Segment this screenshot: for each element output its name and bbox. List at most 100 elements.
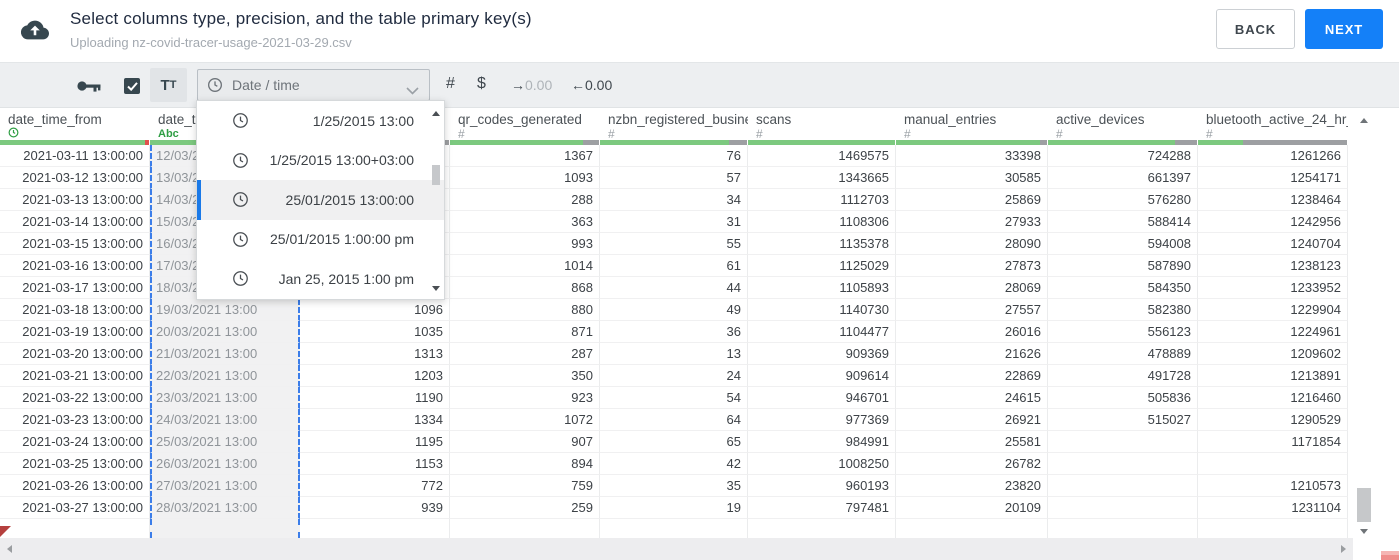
date-format-option[interactable]: 1/25/2015 13:00+03:00: [197, 141, 444, 181]
date-format-option-label: 25/01/2015 1:00:00 pm: [269, 231, 414, 248]
date-format-option[interactable]: 1/25/2015 13:00: [197, 101, 444, 141]
scroll-left-icon[interactable]: [7, 545, 12, 553]
cell: 1112703: [748, 189, 896, 211]
date-format-option[interactable]: Jan 25, 2015 1:00 pm: [197, 259, 444, 299]
cell: 42: [600, 453, 748, 475]
top-bar: Select columns type, precision, and the …: [0, 0, 1399, 62]
cell: 505836: [1048, 387, 1198, 409]
clock-icon: [207, 77, 223, 93]
column-name: bluetooth_active_24_hr_: [1206, 112, 1348, 127]
scroll-down-icon[interactable]: [1360, 529, 1368, 534]
currency-type-icon[interactable]: $: [477, 75, 486, 93]
date-format-option-label: 1/25/2015 13:00: [312, 112, 414, 129]
decimal-increase-arrow: →: [511, 77, 525, 93]
date-format-option[interactable]: 25/01/2015 1:00:00 pm: [197, 220, 444, 260]
clock-icon: [232, 191, 249, 208]
column-header[interactable]: nzbn_registered_busine #: [600, 108, 748, 140]
column-type-label: #: [904, 127, 911, 140]
primary-key-icon[interactable]: [77, 79, 101, 99]
cell: 24: [600, 365, 748, 387]
back-button[interactable]: BACK: [1216, 9, 1295, 49]
cell: 55: [600, 233, 748, 255]
column-header[interactable]: manual_entries #: [896, 108, 1048, 140]
decimal-decrease-icon[interactable]: ←0.00: [571, 77, 612, 93]
cell: 907: [450, 431, 600, 453]
text-type-icon[interactable]: TT: [150, 68, 187, 102]
cell: 576280: [1048, 189, 1198, 211]
cell: 2021-03-25 13:00:00: [0, 453, 150, 475]
cell: 661397: [1048, 167, 1198, 189]
column-header[interactable]: qr_codes_generated #: [450, 108, 600, 140]
scroll-up-icon[interactable]: [1360, 118, 1368, 123]
cell: 1209602: [1198, 343, 1348, 365]
upload-status: Uploading nz-covid-tracer-usage-2021-03-…: [70, 35, 352, 50]
dropdown-scroll-down-icon[interactable]: [432, 286, 440, 291]
cell: 2021-03-11 13:00:00: [0, 145, 150, 167]
cell: 287: [450, 343, 600, 365]
cell: 1290529: [1198, 409, 1348, 431]
clock-icon: [232, 152, 249, 169]
cell: 1140730: [748, 299, 896, 321]
empty-cell: [450, 519, 600, 538]
cell: 871: [450, 321, 600, 343]
dropdown-scroll-thumb[interactable]: [432, 165, 440, 185]
cell: 587890: [1048, 255, 1198, 277]
column-header[interactable]: bluetooth_active_24_hr_ #: [1198, 108, 1348, 140]
checkbox-checked-icon[interactable]: [124, 78, 140, 94]
vertical-scrollbar[interactable]: [1353, 108, 1375, 540]
cell: 27557: [896, 299, 1048, 321]
cell: 1014: [450, 255, 600, 277]
column-header[interactable]: active_devices #: [1048, 108, 1198, 140]
decimal-increase-icon[interactable]: →0.00: [511, 77, 552, 93]
cell: 288: [450, 189, 600, 211]
column-header[interactable]: date_time_from: [0, 108, 150, 140]
cell: 2021-03-23 13:00:00: [0, 409, 150, 431]
cell: 49: [600, 299, 748, 321]
vertical-scroll-thumb[interactable]: [1357, 488, 1371, 522]
date-format-dropdown: 1/25/2015 13:00 1/25/2015 13:00+03:00 25/0…: [196, 100, 445, 300]
cell: 44: [600, 277, 748, 299]
cell: 1153: [300, 453, 450, 475]
dropdown-scrollbar[interactable]: [429, 101, 443, 299]
cell: 24/03/2021 13:00: [150, 409, 300, 431]
next-button[interactable]: NEXT: [1305, 9, 1383, 49]
column-header[interactable]: scans #: [748, 108, 896, 140]
corner-indicator-bar: [1381, 555, 1399, 560]
column-scans: scans #1469575 1343665 1112703 1108306 113537…: [748, 108, 896, 538]
cell: 36: [600, 321, 748, 343]
number-type-icon[interactable]: #: [446, 75, 455, 93]
column-type-select[interactable]: Date / time: [197, 69, 430, 101]
decimal-decrease-arrow: ←: [571, 77, 585, 93]
cell: 57: [600, 167, 748, 189]
cell: 28/03/2021 13:00: [150, 497, 300, 519]
cell: 1104477: [748, 321, 896, 343]
scroll-right-icon[interactable]: [1341, 545, 1346, 553]
cell: 61: [600, 255, 748, 277]
empty-cell: [1048, 519, 1198, 538]
cell: 1229904: [1198, 299, 1348, 321]
cell: 2021-03-17 13:00:00: [0, 277, 150, 299]
cell: [1048, 431, 1198, 453]
cell: 19/03/2021 13:00: [150, 299, 300, 321]
cell: 27933: [896, 211, 1048, 233]
cell: 28090: [896, 233, 1048, 255]
date-format-option-label: 25/01/2015 13:00:00: [285, 191, 414, 208]
cell: 20/03/2021 13:00: [150, 321, 300, 343]
cell: 23820: [896, 475, 1048, 497]
cell: 960193: [748, 475, 896, 497]
cell: 26016: [896, 321, 1048, 343]
cell: 1035: [300, 321, 450, 343]
cell: 759: [450, 475, 600, 497]
cell: 1231104: [1198, 497, 1348, 519]
cell: 946701: [748, 387, 896, 409]
column-manual_entries: manual_entries #33398 30585 25869 27933 28090…: [896, 108, 1048, 538]
cell: [1048, 497, 1198, 519]
cell: 2021-03-18 13:00:00: [0, 299, 150, 321]
column-name: date_time_from: [8, 112, 102, 127]
cell: [1048, 475, 1198, 497]
column-date_time_from: date_time_from 2021-03-11 13:00:00 2021-03…: [0, 108, 150, 538]
horizontal-scrollbar[interactable]: [0, 538, 1353, 560]
dropdown-scroll-up-icon[interactable]: [432, 111, 440, 116]
column-type-label: #: [756, 127, 763, 140]
date-format-option[interactable]: 25/01/2015 13:00:00: [197, 180, 444, 220]
